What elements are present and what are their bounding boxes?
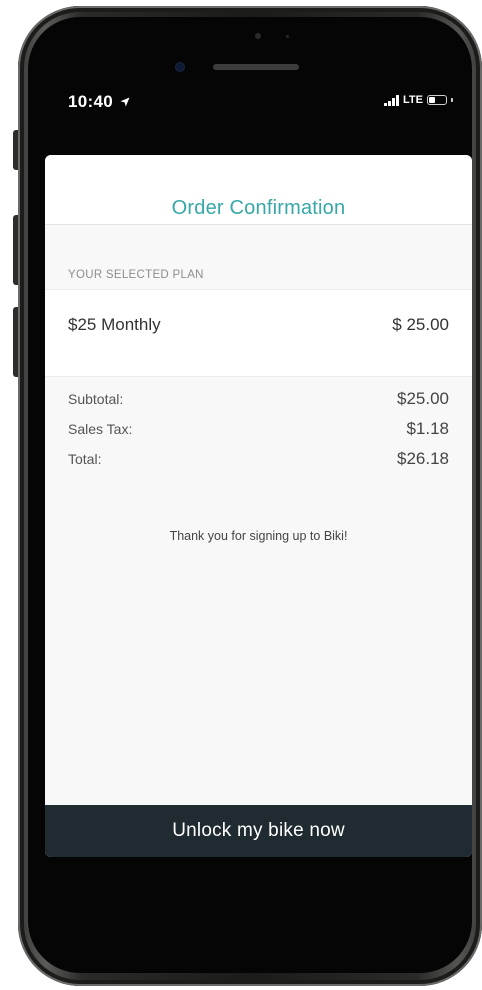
selected-plan-row: $25 Monthly $ 25.00 [45,289,472,377]
selected-plan-section-label: YOUR SELECTED PLAN [68,269,204,281]
device-mockup: 10:40 LTE Order Confirmation YOUR SELECT… [0,0,482,990]
signal-strength-icon [384,94,399,106]
total-value: $26.18 [397,449,449,468]
earpiece-speaker [213,64,299,70]
sheet-header: Order Confirmation [45,155,472,225]
total-row: Total: $26.18 [68,449,449,481]
subtotal-label: Subtotal: [68,391,124,407]
battery-level-fill [428,97,435,103]
total-label: Total: [68,451,102,467]
status-indicators: LTE [384,94,453,106]
battery-cap [450,98,453,102]
sales-tax-row: Sales Tax: $1.18 [68,419,449,451]
plan-name: $25 Monthly [68,315,161,334]
ambient-light-sensor [286,35,289,38]
sales-tax-value: $1.18 [406,419,449,438]
battery-icon [426,95,447,105]
subtotal-row: Subtotal: $25.00 [68,389,449,421]
page-title: Order Confirmation [171,197,346,219]
network-type-label: LTE [403,94,423,106]
plan-price: $ 25.00 [392,315,449,334]
thank-you-message: Thank you for signing up to Biki! [169,529,348,543]
proximity-sensor [255,33,261,39]
front-camera [176,63,184,71]
unlock-bike-button[interactable]: Unlock my bike now [45,805,472,857]
status-time-text: 10:40 [68,92,113,111]
status-time: 10:40 [68,92,130,112]
order-summary: Subtotal: $25.00 Sales Tax: $1.18 Total:… [68,389,449,481]
location-arrow-icon [120,97,130,107]
order-confirmation-sheet: Order Confirmation YOUR SELECTED PLAN $2… [45,155,472,857]
sales-tax-label: Sales Tax: [68,421,133,437]
subtotal-value: $25.00 [397,389,449,408]
